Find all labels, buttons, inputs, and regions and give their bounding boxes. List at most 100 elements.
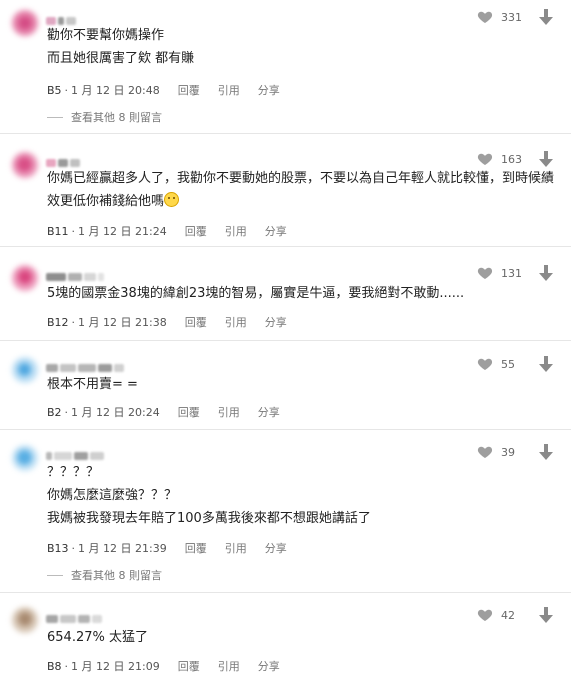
username-blurred[interactable] [46,357,126,372]
comment-line-with-emoji: 效更低你補錢給他嗎 [47,190,561,213]
floor-label: B11 [47,224,69,238]
comment-meta: B5 · 1 月 12 日 20:48 回覆 引用 分享 [47,82,280,98]
floor-label: B2 [47,405,62,419]
heart-icon[interactable] [477,9,493,25]
comment-card: 42 654.27% 太猛了 B8 · 1 月 12 日 21:09 回覆 引用… [0,604,571,673]
view-more-label[interactable]: 查看其他 8 則留言 [71,567,162,583]
avatar[interactable] [8,6,42,40]
arrow-down-icon[interactable] [539,151,553,167]
avatar[interactable] [8,262,42,296]
heart-icon[interactable] [477,265,493,281]
comment-body: 你媽已經贏超多人了，我勸你不要動她的股票，不要以為自己年輕人就比較懂，到時候績 … [47,167,561,213]
comment-line: 勸你不要幫你媽操作 [47,28,165,43]
vote-area: 42 [477,604,553,626]
comment-meta: B13 · 1 月 12 日 21:39 回覆 引用 分享 [47,540,287,556]
reply-button[interactable]: 回覆 [185,540,207,556]
reply-button[interactable]: 回覆 [185,314,207,330]
username-blurred[interactable] [46,152,82,167]
comment-meta: B11 · 1 月 12 日 21:24 回覆 引用 分享 [47,223,287,239]
username-blurred[interactable] [46,266,106,281]
heart-icon[interactable] [477,356,493,372]
quote-button[interactable]: 引用 [218,404,240,420]
comment-datetime: 1 月 12 日 21:39 [78,542,167,555]
dash-divider [47,116,63,118]
meta-separator: · [64,405,69,419]
comment-line: 你媽怎麼這麼強？？？ [47,488,178,503]
comment-body: 根本不用賣= = [47,373,531,396]
comment-line-text: 效更低你補錢給他嗎 [47,194,165,209]
view-more-replies[interactable]: 查看其他 8 則留言 [47,567,162,583]
comment-body: 勸你不要幫你媽操作 而且她很厲害了欸 都有賺 [47,24,531,70]
comment-card: 55 根本不用賣= = B2 · 1 月 12 日 20:24 回覆 引用 分享 [0,353,571,423]
avatar[interactable] [8,604,42,638]
comment-card: 39 ？？？？ 你媽怎麼這麼強？？？ 我媽被我發現去年賠了100多萬我後來都不想… [0,441,571,583]
comment-datetime: 1 月 12 日 20:48 [71,84,160,97]
heart-icon[interactable] [477,151,493,167]
comment-card: 131 5塊的國票金38塊的緯創23塊的智易，屬實是牛逼，要我絕對不敢動....… [0,262,571,334]
reply-button[interactable]: 回覆 [185,223,207,239]
share-button[interactable]: 分享 [258,404,280,420]
comment-line: 654.27% 太猛了 [47,630,148,645]
arrow-down-icon[interactable] [539,9,553,25]
vote-area: 131 [477,262,553,284]
share-button[interactable]: 分享 [265,540,287,556]
quote-button[interactable]: 引用 [225,314,247,330]
floor-label: B5 [47,83,62,97]
comment-datetime: 1 月 12 日 21:09 [71,660,160,673]
reply-button[interactable]: 回覆 [178,82,200,98]
reply-button[interactable]: 回覆 [178,404,200,420]
username-blurred[interactable] [46,445,106,460]
arrow-down-icon[interactable] [539,607,553,623]
meta-separator: · [64,83,69,97]
meta-separator: · [71,224,76,238]
meta-separator: · [64,659,69,673]
comment-line: 我媽被我發現去年賠了100多萬我後來都不想跟她講話了 [47,511,371,526]
comment-meta: B2 · 1 月 12 日 20:24 回覆 引用 分享 [47,404,280,420]
arrow-down-icon[interactable] [539,265,553,281]
comment-feed: 331 勸你不要幫你媽操作 而且她很厲害了欸 都有賺 B5 · 1 月 12 日… [0,0,571,673]
share-button[interactable]: 分享 [258,82,280,98]
dash-divider [47,574,63,576]
divider [0,592,571,593]
vote-area: 55 [477,353,553,375]
quote-button[interactable]: 引用 [225,540,247,556]
floor-label: B12 [47,315,69,329]
avatar[interactable] [8,353,42,387]
heart-icon[interactable] [477,607,493,623]
comment-meta: B8 · 1 月 12 日 21:09 回覆 引用 分享 [47,658,280,674]
avatar[interactable] [8,441,42,475]
divider [0,429,571,430]
share-button[interactable]: 分享 [258,658,280,674]
comment-line: 根本不用賣= = [47,377,138,392]
quote-button[interactable]: 引用 [218,658,240,674]
like-count: 163 [501,152,522,166]
username-blurred[interactable] [46,608,104,623]
meta-separator: · [71,315,76,329]
view-more-label[interactable]: 查看其他 8 則留言 [71,109,162,125]
arrow-down-icon[interactable] [539,356,553,372]
comment-body: 5塊的國票金38塊的緯創23塊的智易，屬實是牛逼，要我絕對不敢動...... [47,282,531,305]
like-count: 131 [501,266,522,280]
quote-button[interactable]: 引用 [225,223,247,239]
comment-card: 331 勸你不要幫你媽操作 而且她很厲害了欸 都有賺 B5 · 1 月 12 日… [0,6,571,126]
like-count: 42 [501,608,515,622]
quote-button[interactable]: 引用 [218,82,240,98]
avatar[interactable] [8,148,42,182]
like-count: 39 [501,445,515,459]
comment-meta: B12 · 1 月 12 日 21:38 回覆 引用 分享 [47,314,287,330]
comment-datetime: 1 月 12 日 20:24 [71,406,160,419]
floor-label: B13 [47,541,69,555]
arrow-down-icon[interactable] [539,444,553,460]
heart-icon[interactable] [477,444,493,460]
share-button[interactable]: 分享 [265,314,287,330]
comment-card: 163 你媽已經贏超多人了，我勸你不要動她的股票，不要以為自己年輕人就比較懂，到… [0,148,571,240]
share-button[interactable]: 分享 [265,223,287,239]
username-blurred[interactable] [46,10,78,25]
comment-line: 5塊的國票金38塊的緯創23塊的智易，屬實是牛逼，要我絕對不敢動...... [47,286,465,301]
comment-body: ？？？？ 你媽怎麼這麼強？？？ 我媽被我發現去年賠了100多萬我後來都不想跟她講… [47,461,531,530]
comment-line: ？？？？ [47,465,100,480]
comment-datetime: 1 月 12 日 21:38 [78,316,167,329]
reply-button[interactable]: 回覆 [178,658,200,674]
divider [0,340,571,341]
view-more-replies[interactable]: 查看其他 8 則留言 [47,109,162,125]
